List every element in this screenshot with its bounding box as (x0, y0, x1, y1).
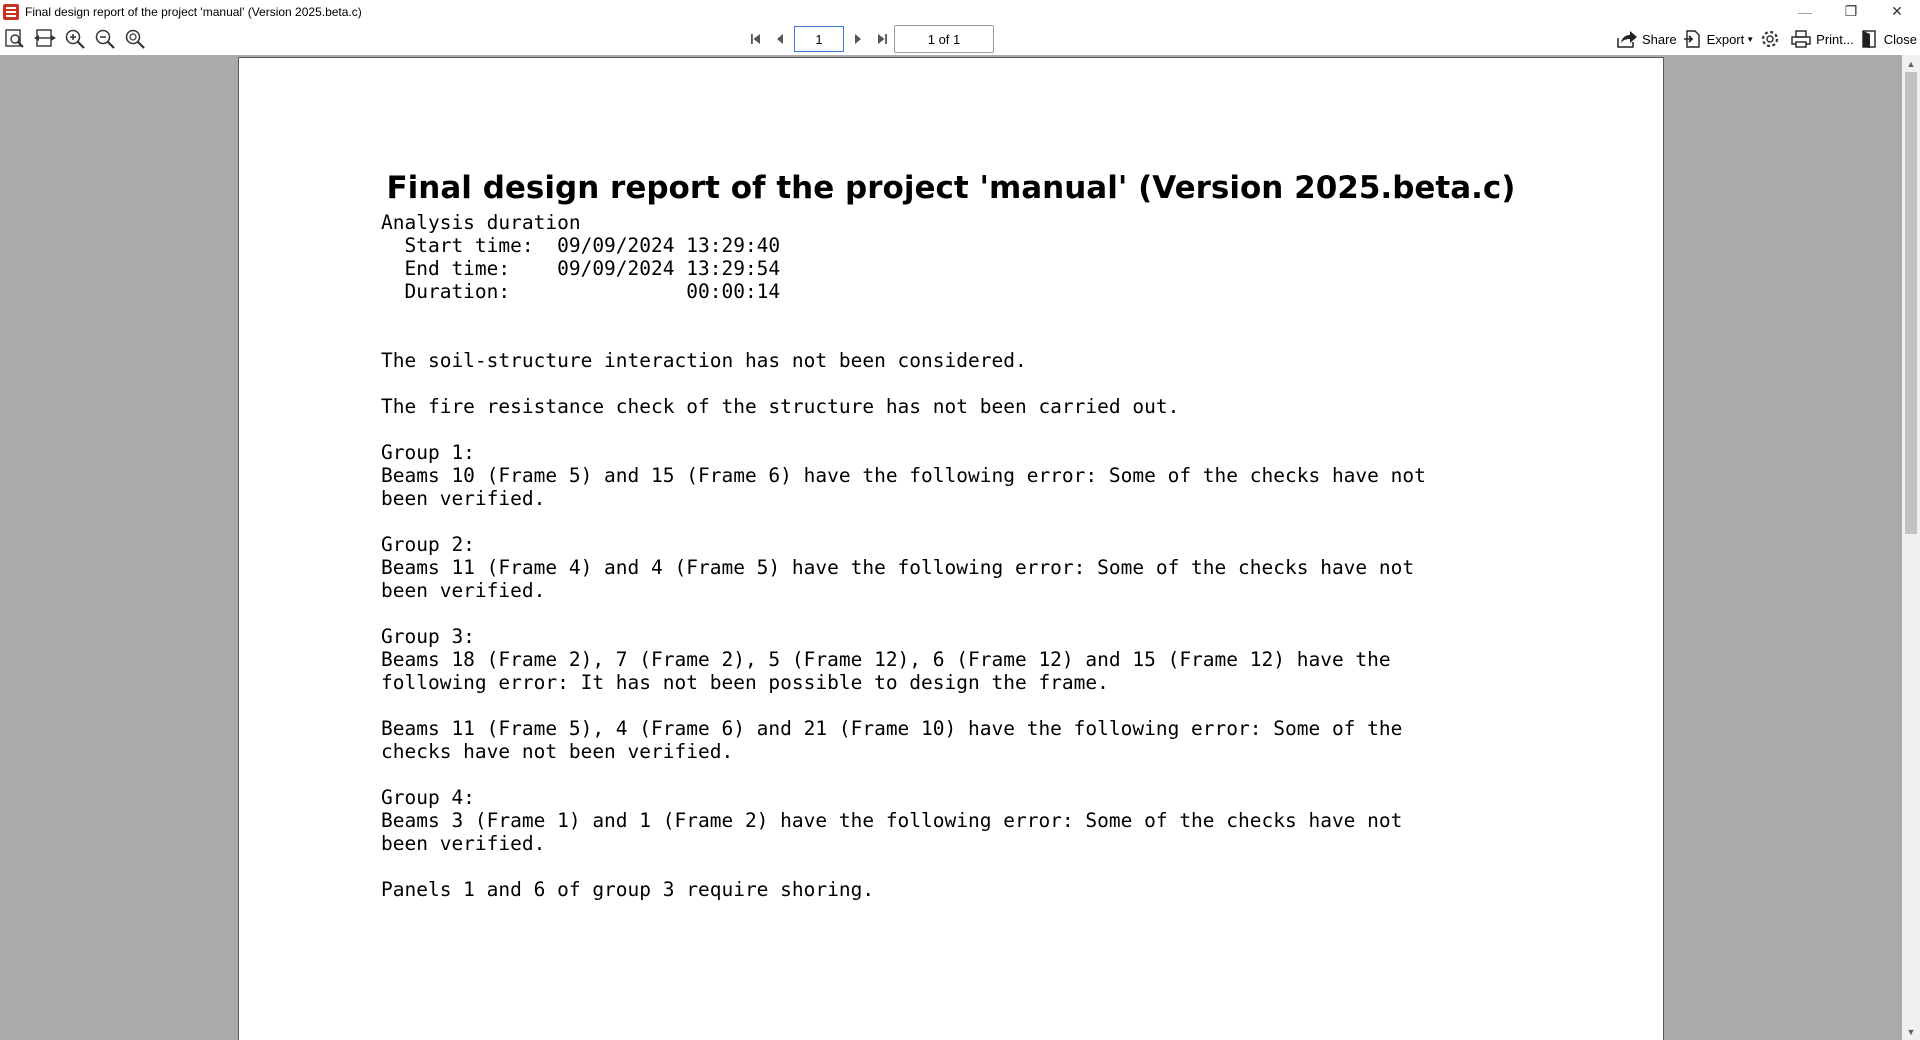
report-line: Beams 18 (Frame 2), 7 (Frame 2), 5 (Fram… (381, 648, 1391, 671)
report-body: Analysis duration Start time: 09/09/2024… (381, 211, 1426, 901)
app-icon (3, 3, 19, 20)
report-line: End time: 09/09/2024 13:29:54 (381, 257, 781, 280)
report-viewport: Final design report of the project 'manu… (0, 55, 1902, 1040)
settings-button[interactable] (1757, 25, 1787, 53)
report-line: been verified. (381, 579, 546, 602)
export-label: Export (1706, 31, 1745, 47)
vertical-scrollbar[interactable]: ▲ ▼ (1902, 55, 1920, 1040)
report-line: been verified. (381, 832, 546, 855)
report-line: Group 1: (381, 441, 475, 464)
toolbar: 1 of 1 Share Export ▼ Print... Close (0, 23, 1920, 55)
next-page-icon[interactable] (846, 27, 870, 51)
page-navigation (744, 25, 894, 53)
report-title: Final design report of the project 'manu… (386, 170, 1516, 206)
close-label: Close (1883, 31, 1917, 47)
window-title: Final design report of the project 'manu… (25, 4, 362, 19)
zoom-in-icon[interactable] (62, 27, 88, 51)
zoom-tools (2, 27, 148, 51)
report-line: been verified. (381, 487, 546, 510)
action-tools: Share Export ▼ Print... Close (1613, 25, 1920, 53)
report-line: Group 4: (381, 786, 475, 809)
report-line: checks have not been verified. (381, 740, 734, 763)
printer-icon (1791, 30, 1811, 48)
report-line: Beams 10 (Frame 5) and 15 (Frame 6) have… (381, 464, 1426, 487)
fit-page-icon[interactable] (2, 27, 28, 51)
restore-button[interactable]: ❐ (1828, 0, 1874, 23)
report-line: Group 3: (381, 625, 475, 648)
report-line: Start time: 09/09/2024 13:29:40 (381, 234, 781, 257)
report-line: Duration: 00:00:14 (381, 280, 781, 303)
report-line: Analysis duration (381, 211, 581, 234)
page-count-display: 1 of 1 (894, 25, 994, 53)
zoom-custom-icon[interactable] (122, 27, 148, 51)
share-button[interactable]: Share (1613, 25, 1680, 53)
report-line: Beams 3 (Frame 1) and 1 (Frame 2) have t… (381, 809, 1403, 832)
chevron-down-icon: ▼ (1746, 34, 1755, 44)
print-label: Print... (1816, 31, 1854, 47)
zoom-out-icon[interactable] (92, 27, 118, 51)
page-number-input[interactable] (794, 26, 844, 52)
scrollbar-thumb[interactable] (1905, 72, 1917, 534)
close-button[interactable]: Close (1857, 25, 1920, 53)
print-button[interactable]: Print... (1787, 25, 1857, 53)
window-controls: — ❐ ✕ (1782, 0, 1920, 23)
export-button[interactable]: Export ▼ (1680, 25, 1758, 53)
scroll-up-icon[interactable]: ▲ (1902, 55, 1920, 72)
report-line: Beams 11 (Frame 5), 4 (Frame 6) and 21 (… (381, 717, 1403, 740)
report-line: Panels 1 and 6 of group 3 require shorin… (381, 878, 875, 901)
previous-page-icon[interactable] (768, 27, 792, 51)
minimize-button[interactable]: — (1782, 0, 1828, 23)
scroll-down-icon[interactable]: ▼ (1902, 1023, 1920, 1040)
report-line: Group 2: (381, 533, 475, 556)
report-line: Beams 11 (Frame 4) and 4 (Frame 5) have … (381, 556, 1415, 579)
title-bar: Final design report of the project 'manu… (0, 0, 1920, 23)
door-exit-icon (1862, 30, 1876, 48)
report-line: The soil-structure interaction has not b… (381, 349, 1027, 372)
export-icon (1683, 30, 1700, 48)
share-icon (1617, 31, 1637, 48)
report-line: following error: It has not been possibl… (381, 671, 1109, 694)
share-label: Share (1641, 31, 1677, 47)
close-window-button[interactable]: ✕ (1874, 0, 1920, 23)
report-line: The fire resistance check of the structu… (381, 395, 1180, 418)
gear-icon (1762, 30, 1779, 48)
fit-width-icon[interactable] (32, 27, 58, 51)
report-page: Final design report of the project 'manu… (238, 57, 1664, 1040)
first-page-icon[interactable] (744, 27, 768, 51)
last-page-icon[interactable] (870, 27, 894, 51)
